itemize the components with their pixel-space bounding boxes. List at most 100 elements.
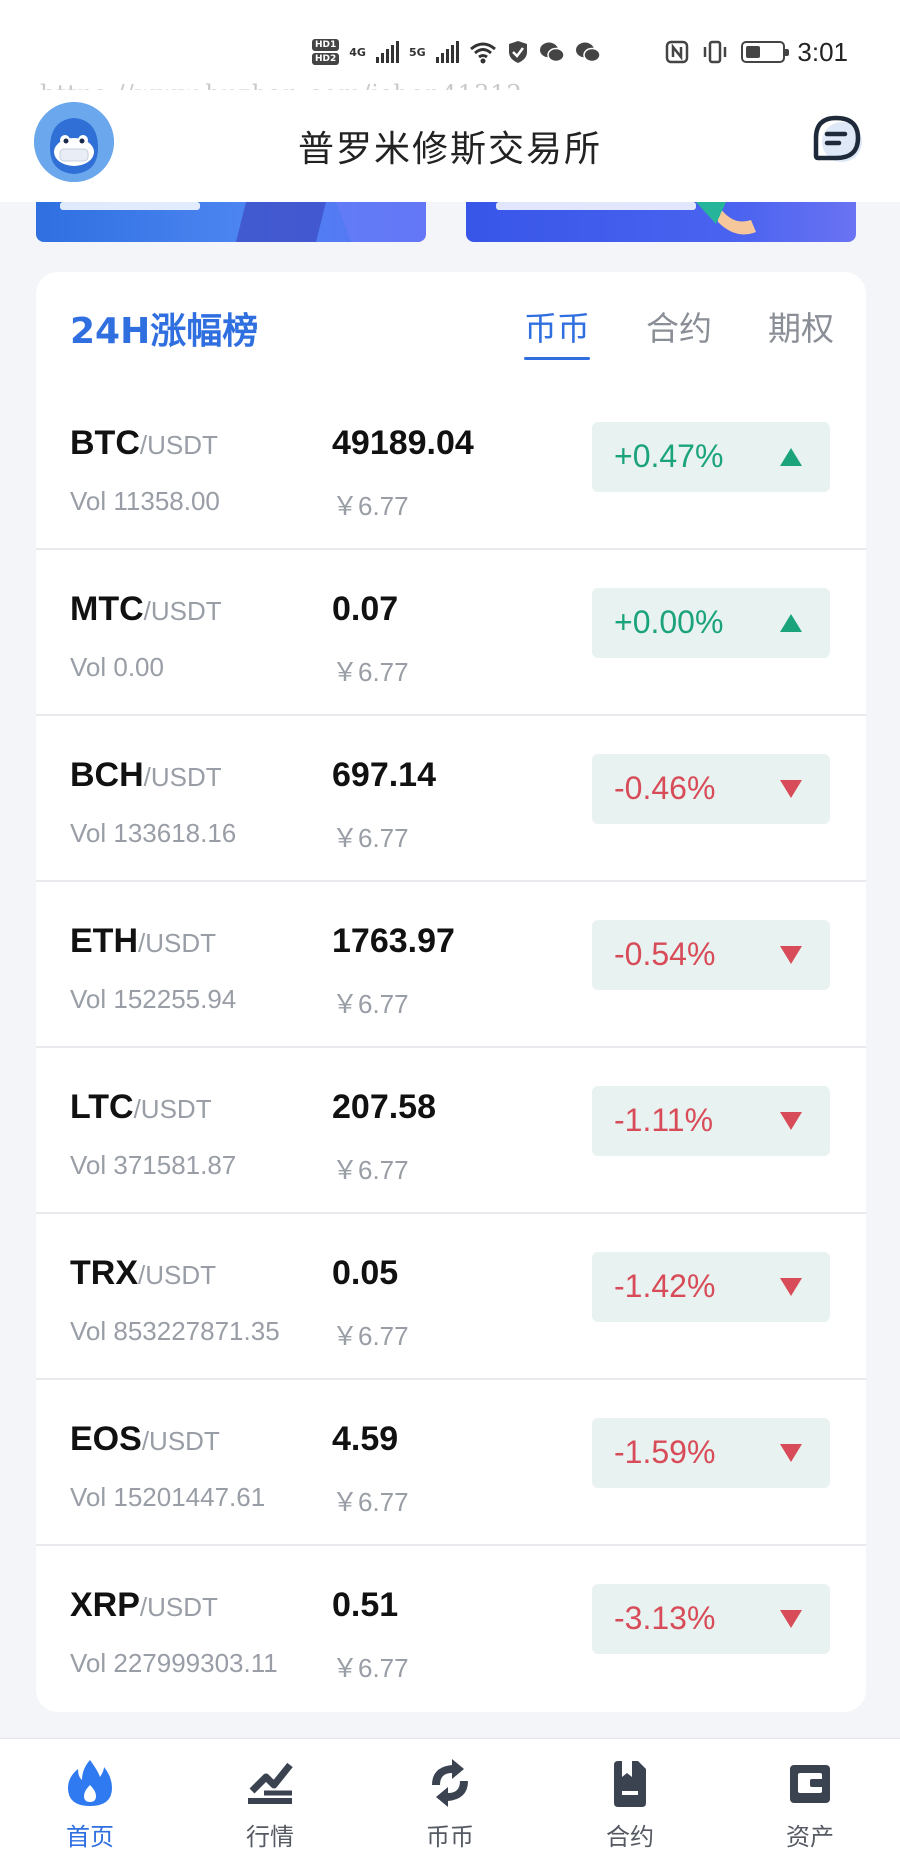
flame-icon bbox=[68, 1760, 112, 1806]
pair-volume: Vol 371581.87 bbox=[70, 1150, 237, 1180]
nav-item-exchange[interactable]: 币币 bbox=[360, 1739, 540, 1856]
wechat-icon bbox=[575, 42, 601, 63]
chat-bubble-icon bbox=[813, 115, 862, 162]
pair-symbol: EOS/USDT bbox=[70, 1420, 220, 1458]
pair-quote: /USDT bbox=[133, 1094, 212, 1124]
nav-label-contract: 合约 bbox=[606, 1823, 654, 1851]
arrow-down-icon bbox=[780, 1278, 802, 1296]
status-right: 3:01 bbox=[665, 30, 848, 74]
network-5g-label: 5G bbox=[408, 45, 426, 59]
change-percent: +0.47% bbox=[614, 438, 724, 474]
pair-price: 0.07 bbox=[332, 590, 399, 628]
pair-volume: Vol 133618.16 bbox=[70, 818, 237, 848]
pair-quote: /USDT bbox=[139, 430, 218, 460]
signal-bars-icon bbox=[435, 41, 459, 63]
status-time: 3:01 bbox=[797, 36, 848, 67]
nav-label-home: 首页 bbox=[66, 1823, 114, 1851]
change-percent: -0.54% bbox=[614, 936, 716, 972]
table-row[interactable]: XRP/USDT Vol 227999303.11 0.51 ￥6.77 -3.… bbox=[36, 1546, 866, 1712]
pair-price: 1763.97 bbox=[332, 922, 455, 960]
change-percent: -1.42% bbox=[614, 1268, 716, 1304]
pair-cny-price: ￥6.77 bbox=[332, 1653, 409, 1683]
tab-spot[interactable]: 币币 bbox=[524, 302, 590, 360]
network-4g-label: 4G bbox=[349, 45, 366, 59]
pair-quote: /USDT bbox=[143, 596, 222, 626]
pair-price: 0.05 bbox=[332, 1254, 399, 1292]
pair-volume: Vol 15201447.61 bbox=[70, 1482, 266, 1512]
arrow-up-icon bbox=[780, 614, 802, 632]
nav-item-home[interactable]: 首页 bbox=[0, 1739, 180, 1856]
page-title: 普罗米修斯交易所 bbox=[297, 129, 602, 170]
gainers-card-header: 24H涨幅榜 币币 合约 期权 bbox=[36, 272, 866, 384]
promo-banner-left[interactable] bbox=[36, 202, 426, 242]
change-badge[interactable]: +0.47% bbox=[592, 422, 830, 492]
arrow-down-icon bbox=[780, 1112, 802, 1130]
pair-cny-price: ￥6.77 bbox=[332, 1487, 409, 1517]
pair-cny-price: ￥6.77 bbox=[332, 1155, 409, 1185]
pair-quote: /USDT bbox=[141, 1426, 220, 1456]
wechat-icon bbox=[539, 42, 565, 63]
table-row[interactable]: MTC/USDT Vol 0.00 0.07 ￥6.77 +0.00% bbox=[36, 550, 866, 716]
pair-symbol: LTC/USDT bbox=[70, 1088, 212, 1126]
signal-bars-icon bbox=[375, 41, 399, 63]
change-badge[interactable]: -1.59% bbox=[592, 1418, 830, 1488]
arrow-down-icon bbox=[780, 780, 802, 798]
exchange-icon bbox=[432, 1759, 468, 1807]
change-badge[interactable]: -0.54% bbox=[592, 920, 830, 990]
pair-quote: /USDT bbox=[138, 928, 216, 958]
pair-symbol: MTC/USDT bbox=[70, 590, 222, 628]
change-badge[interactable]: -1.11% bbox=[592, 1086, 830, 1156]
banner-carousel[interactable] bbox=[0, 202, 900, 246]
table-row[interactable]: EOS/USDT Vol 15201447.61 4.59 ￥6.77 -1.5… bbox=[36, 1380, 866, 1546]
change-badge[interactable]: +0.00% bbox=[592, 588, 830, 658]
contract-doc-icon bbox=[614, 1761, 646, 1807]
nav-label-exchange: 币币 bbox=[426, 1823, 474, 1851]
sim1-label: HD1 bbox=[312, 39, 340, 51]
arrow-down-icon bbox=[780, 1610, 802, 1628]
change-percent: -1.11% bbox=[614, 1102, 714, 1138]
pair-symbol: ETH/USDT bbox=[70, 922, 216, 960]
nav-item-assets[interactable]: 资产 bbox=[720, 1739, 900, 1856]
table-row[interactable]: LTC/USDT Vol 371581.87 207.58 ￥6.77 -1.1… bbox=[36, 1048, 866, 1214]
pair-volume: Vol 0.00 bbox=[70, 652, 164, 682]
nav-item-market[interactable]: 行情 bbox=[180, 1739, 360, 1856]
tab-options[interactable]: 期权 bbox=[768, 302, 834, 350]
table-row[interactable]: TRX/USDT Vol 853227871.35 0.05 ￥6.77 -1.… bbox=[36, 1214, 866, 1380]
pair-symbol: XRP/USDT bbox=[70, 1586, 218, 1624]
change-percent: -1.59% bbox=[614, 1434, 716, 1470]
table-row[interactable]: BTC/USDT Vol 11358.00 49189.04 ￥6.77 +0.… bbox=[36, 384, 866, 550]
pair-volume: Vol 152255.94 bbox=[70, 984, 237, 1014]
change-percent: -0.46% bbox=[614, 770, 716, 806]
pair-price: 0.51 bbox=[332, 1586, 399, 1624]
market-chart-icon bbox=[248, 1762, 293, 1804]
arrow-up-icon bbox=[780, 448, 802, 466]
change-badge[interactable]: -1.42% bbox=[592, 1252, 830, 1322]
pair-price: 697.14 bbox=[332, 756, 436, 794]
pair-symbol: BCH/USDT bbox=[70, 756, 222, 794]
promo-banner-right[interactable] bbox=[466, 202, 856, 242]
pair-quote: /USDT bbox=[138, 1260, 216, 1290]
shield-icon bbox=[508, 41, 527, 63]
banner-graphic bbox=[496, 202, 756, 235]
gainers-title: 24H涨幅榜 bbox=[70, 311, 259, 352]
pair-cny-price: ￥6.77 bbox=[332, 657, 409, 687]
market-tabs: 币币 合约 期权 bbox=[524, 302, 834, 360]
arrow-down-icon bbox=[780, 1444, 802, 1462]
message-button[interactable] bbox=[808, 112, 864, 168]
pair-cny-price: ￥6.77 bbox=[332, 989, 409, 1019]
change-badge[interactable]: -0.46% bbox=[592, 754, 830, 824]
change-badge[interactable]: -3.13% bbox=[592, 1584, 830, 1654]
nav-item-contract[interactable]: 合约 bbox=[540, 1739, 720, 1856]
battery-icon bbox=[741, 41, 790, 63]
table-row[interactable]: ETH/USDT Vol 152255.94 1763.97 ￥6.77 -0.… bbox=[36, 882, 866, 1048]
wallet-icon bbox=[790, 1765, 830, 1803]
table-row[interactable]: BCH/USDT Vol 133618.16 697.14 ￥6.77 -0.4… bbox=[36, 716, 866, 882]
pair-price: 207.58 bbox=[332, 1088, 436, 1126]
tab-contract[interactable]: 合约 bbox=[646, 302, 712, 350]
vibrate-icon bbox=[704, 40, 727, 64]
nfc-icon bbox=[666, 40, 689, 64]
hd-sim-icon: HD1 HD2 bbox=[312, 39, 340, 65]
pair-volume: Vol 11358.00 bbox=[70, 486, 220, 516]
status-bar: HD1 HD2 4G 5G 3:01 bbox=[0, 0, 900, 90]
banner-graphic bbox=[60, 202, 426, 242]
